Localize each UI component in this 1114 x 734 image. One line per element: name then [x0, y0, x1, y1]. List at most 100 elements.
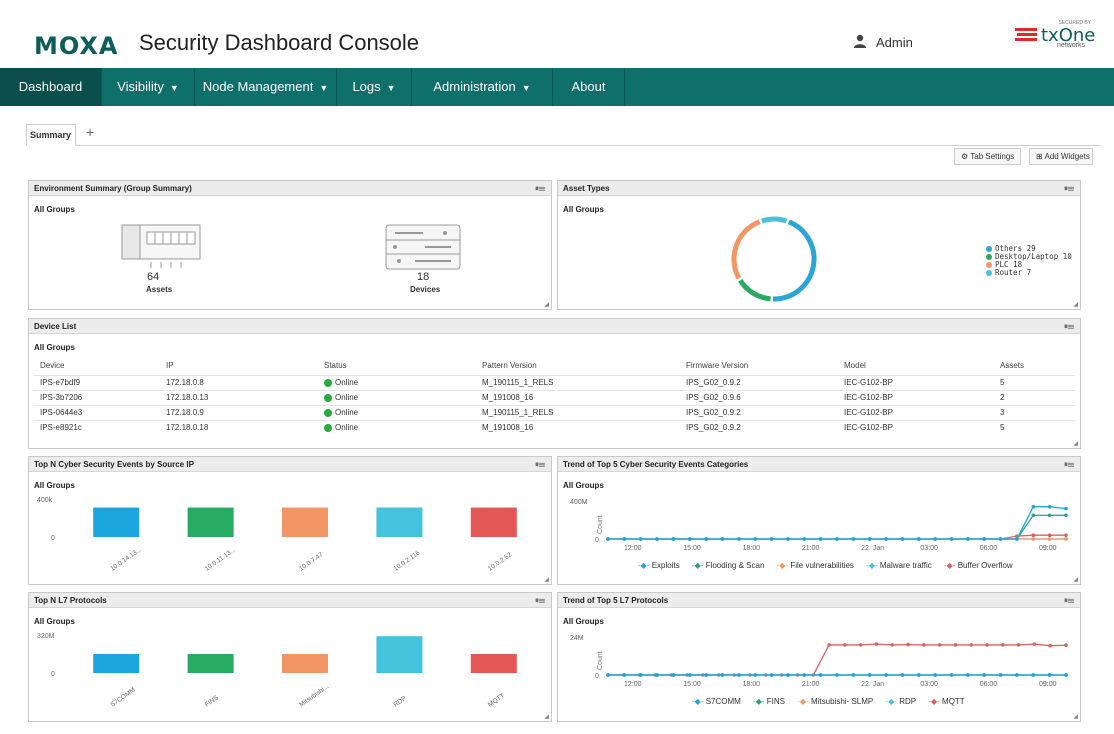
series-point: [1031, 504, 1036, 509]
legend-item[interactable]: -◆- Exploits: [638, 561, 680, 570]
resize-handle-icon[interactable]: ◢: [1073, 440, 1078, 447]
table-row[interactable]: IPS-e8921c 172.18.0.18 Online M_191008_16 IP…: [33, 419, 1075, 435]
x-tick-label: 18:00: [743, 545, 761, 552]
plus-box-icon: ⊞: [1036, 152, 1043, 161]
main-nav: Dashboard Visibility ▼ Node Management ▼ L…: [0, 68, 1114, 106]
series-point: [933, 673, 937, 677]
resize-handle-icon[interactable]: ◢: [544, 301, 549, 308]
panel-menu-icon[interactable]: ⏸☰: [1064, 319, 1074, 334]
cell-device: IPS-e7bdf9: [33, 374, 159, 390]
panel-menu-icon[interactable]: ⏸☰: [535, 593, 545, 608]
legend-item[interactable]: -◆- S7COMM: [692, 697, 741, 706]
x-tick-label: Mitsubishi...: [298, 683, 330, 709]
series-point: [1015, 537, 1019, 541]
x-tick-label: 15:00: [683, 545, 701, 552]
x-tick-label: 10.0.14.13...: [109, 546, 143, 573]
column-header-firmware[interactable]: Firmware Version: [679, 357, 837, 375]
table-row[interactable]: IPS-e7bdf9 172.18.0.8 Online M_190115_1_REL…: [33, 374, 1075, 390]
x-tick-label: 15:00: [683, 681, 701, 688]
series-point: [835, 673, 839, 677]
column-header-device[interactable]: Device: [33, 357, 159, 375]
tab-summary[interactable]: Summary: [26, 124, 76, 146]
legend-label: Exploits: [651, 561, 680, 570]
resize-handle-icon[interactable]: ◢: [544, 576, 549, 583]
cell-firmware: IPS_G02_0.9.2: [679, 404, 837, 420]
series-point: [786, 537, 790, 541]
tab-settings-button[interactable]: ⚙ Tab Settings: [954, 148, 1021, 165]
legend-item[interactable]: -◆- Flooding & Scan: [692, 561, 764, 570]
x-tick-label: 21:00: [802, 545, 820, 552]
cell-device: IPS-0644e3: [33, 404, 159, 420]
table-row[interactable]: IPS-3b7206 172.18.0.13 Online M_191008_16 IP…: [33, 389, 1075, 405]
series-point: [638, 537, 643, 541]
legend-item[interactable]: -◆- Malware traffic: [866, 561, 932, 570]
panel-menu-icon[interactable]: ⏸☰: [535, 457, 545, 472]
resize-handle-icon[interactable]: ◢: [1073, 301, 1078, 308]
series-point: [969, 643, 974, 647]
column-header-ip[interactable]: IP: [159, 357, 317, 375]
x-tick-label: 10.0.11.13...: [204, 546, 237, 572]
add-tab-button[interactable]: +: [86, 124, 94, 140]
legend-label: Router 7: [995, 268, 1032, 277]
nav-node-management[interactable]: Node Management ▼: [195, 68, 337, 106]
series-point: [1064, 537, 1068, 541]
legend-line-icon: -◆-: [776, 561, 789, 570]
nav-administration[interactable]: Administration ▼: [412, 68, 553, 106]
add-widgets-button[interactable]: ⊞ Add Widgets: [1029, 148, 1093, 165]
x-tick-label: 09:00: [1039, 681, 1057, 688]
panel-menu-icon[interactable]: ⏸☰: [1064, 181, 1074, 196]
x-tick-label: 09:00: [1039, 545, 1057, 552]
legend-item[interactable]: -◆- MQTT: [928, 697, 964, 706]
legend-label: Buffer Overflow: [957, 561, 1013, 570]
series-point: [753, 537, 758, 541]
legend-line-icon: -◆-: [638, 561, 650, 570]
nav-about[interactable]: About: [553, 68, 625, 106]
chart-bar: [470, 507, 517, 537]
series-point: [884, 537, 888, 541]
resize-handle-icon[interactable]: ◢: [1073, 576, 1078, 583]
column-header-pattern[interactable]: Pattern Version: [475, 357, 679, 375]
cell-status: Online: [317, 404, 475, 420]
legend-item[interactable]: -◆- Mitsubishi- SLMP: [797, 697, 873, 706]
x-tick-label: S7COMM: [109, 687, 136, 709]
series-point: [884, 673, 888, 677]
y-tick-label: 0: [51, 535, 55, 542]
legend-item[interactable]: Router 7: [986, 269, 1072, 277]
legend-item[interactable]: -◆- FINS: [753, 697, 785, 706]
series-point: [922, 643, 926, 647]
resize-handle-icon[interactable]: ◢: [544, 713, 549, 720]
l7-trend-legend: -◆- S7COMM -◆- FINS -◆- Mitsubishi- SLMP…: [692, 697, 975, 706]
legend-item[interactable]: -◆- RDP: [885, 697, 916, 706]
x-tick-label: 10.0.2.116: [393, 549, 422, 572]
series-point: [900, 673, 905, 677]
resize-handle-icon[interactable]: ◢: [1073, 713, 1078, 720]
l7-protocols-panel: Top N L7 Protocols ⏸☰ All Groups 320M 0 S7C…: [28, 592, 552, 722]
nav-visibility[interactable]: Visibility ▼: [102, 68, 195, 106]
panel-menu-icon[interactable]: ⏸☰: [1064, 593, 1074, 608]
legend-label: RDP: [899, 697, 917, 706]
chart-bar: [470, 654, 517, 673]
legend-item[interactable]: -◆- File vulnerabilities: [777, 561, 854, 570]
series-point: [835, 537, 839, 541]
user-icon[interactable]: [853, 34, 867, 48]
donut-slice: [772, 219, 817, 302]
table-row[interactable]: IPS-0644e3 172.18.0.9 Online M_190115_1_REL…: [33, 404, 1075, 420]
nav-dashboard[interactable]: Dashboard: [0, 68, 102, 106]
legend-item[interactable]: -◆- Buffer Overflow: [944, 561, 1013, 570]
cell-status: Online: [317, 389, 475, 405]
series-point: [1064, 506, 1068, 511]
column-header-model[interactable]: Model: [837, 357, 993, 375]
column-header-assets[interactable]: Assets: [993, 357, 1075, 375]
nav-label: About: [571, 79, 606, 94]
panel-menu-icon[interactable]: ⏸☰: [535, 181, 545, 196]
series-point: [687, 673, 692, 677]
cell-pattern: M_190115_1_RELS: [475, 404, 679, 420]
panel-menu-icon[interactable]: ⏸☰: [1064, 457, 1074, 472]
user-name[interactable]: Admin: [876, 35, 913, 50]
x-tick-label: 06:00: [980, 681, 998, 688]
column-header-status[interactable]: Status: [317, 357, 475, 375]
x-tick-label: 22. Jan: [861, 545, 884, 552]
txone-networks: networks: [1057, 42, 1086, 49]
legend-line-icon: -◆-: [885, 697, 897, 706]
nav-logs[interactable]: Logs ▼: [337, 68, 412, 106]
